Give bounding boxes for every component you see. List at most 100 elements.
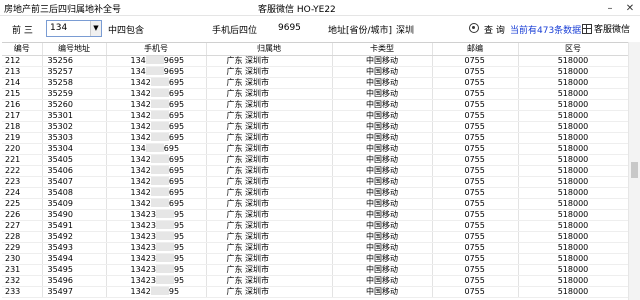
cell-code: 35302 — [42, 121, 107, 133]
wechat-button[interactable]: 客服微信 — [582, 20, 630, 37]
table-row[interactable]: 223 35407 1342 695 广东 深圳市 中国移动 0755 518000 — [2, 176, 628, 188]
cell-code: 35407 — [42, 176, 107, 188]
cell-code: 35494 — [42, 253, 107, 265]
cell-phone: 1342 695 — [106, 132, 207, 144]
redaction-mask — [150, 89, 169, 97]
column-header[interactable]: 区号 — [518, 43, 628, 56]
table-row[interactable]: 213 35257 134 9695 广东 深圳市 中国移动 0755 518000 — [2, 66, 628, 78]
cell-area-code: 0755 — [432, 198, 519, 210]
column-header[interactable]: 邮编 — [432, 43, 519, 56]
phone-suffix: 95 — [173, 275, 185, 285]
record-icon[interactable] — [469, 23, 479, 33]
last4-value[interactable]: 9695 — [278, 23, 301, 33]
cell-area-code: 0755 — [432, 110, 519, 122]
cell-id: 229 — [2, 242, 43, 254]
table-row[interactable]: 219 35303 1342 695 广东 深圳市 中国移动 0755 518000 — [2, 132, 628, 144]
cell-zip: 518000 — [518, 88, 628, 100]
cell-code: 35496 — [42, 275, 107, 287]
table-row[interactable]: 228 35492 13423 95 广东 深圳市 中国移动 0755 518000 — [2, 231, 628, 243]
table-row[interactable]: 215 35259 1342 695 广东 深圳市 中国移动 0755 518000 — [2, 88, 628, 100]
cell-code: 35490 — [42, 209, 107, 221]
cell-location: 广东 深圳市 — [206, 110, 333, 122]
cell-area-code: 0755 — [432, 231, 519, 243]
cell-area-code: 0755 — [432, 209, 519, 221]
redaction-mask — [150, 100, 169, 108]
table-row[interactable]: 232 35496 13423 95 广东 深圳市 中国移动 0755 518000 — [2, 275, 628, 287]
table-row[interactable]: 226 35490 13423 95 广东 深圳市 中国移动 0755 518000 — [2, 209, 628, 221]
cell-code: 35304 — [42, 143, 107, 155]
phone-prefix: 13423 — [130, 231, 156, 241]
phone-suffix: 95 — [173, 220, 185, 230]
table-row[interactable]: 221 35405 1342 695 广东 深圳市 中国移动 0755 518000 — [2, 154, 628, 166]
close-button[interactable]: ✕ — [620, 0, 640, 16]
phone-prefix: 1342 — [130, 110, 151, 120]
cell-location: 广东 深圳市 — [206, 165, 333, 177]
phone-suffix: 95 — [173, 231, 185, 241]
cell-phone: 1342 695 — [106, 165, 207, 177]
table-row[interactable]: 230 35494 13423 95 广东 深圳市 中国移动 0755 518000 — [2, 253, 628, 265]
cell-location: 广东 深圳市 — [206, 88, 333, 100]
column-header[interactable]: 编号 — [2, 43, 43, 56]
cell-card-type: 中国移动 — [332, 264, 433, 276]
cell-id: 226 — [2, 209, 43, 221]
scrollbar-thumb[interactable] — [631, 162, 638, 178]
cell-id: 225 — [2, 198, 43, 210]
table-row[interactable]: 220 35304 134 695 广东 深圳市 中国移动 0755 518000 — [2, 143, 628, 155]
title-bar: 房地产前三后四归属地补全号 客服微信 HO-YE22 – ✕ — [0, 0, 640, 16]
cell-area-code: 0755 — [432, 187, 519, 199]
region-value[interactable]: 深圳 — [396, 23, 414, 36]
cell-area-code: 0755 — [432, 121, 519, 133]
prefix-combobox[interactable]: 134 ▼ — [46, 20, 102, 37]
table-row[interactable]: 227 35491 13423 95 广东 深圳市 中国移动 0755 518000 — [2, 220, 628, 232]
minimize-button[interactable]: – — [600, 0, 620, 16]
column-header[interactable]: 归属地 — [206, 43, 333, 56]
vertical-scrollbar[interactable] — [628, 42, 640, 300]
table-row[interactable]: 231 35495 13423 95 广东 深圳市 中国移动 0755 518000 — [2, 264, 628, 276]
table-body: 212 35256 134 9695 广东 深圳市 中国移动 0755 518000 213 35… — [2, 55, 628, 298]
cell-id: 222 — [2, 165, 43, 177]
phone-suffix: 95 — [168, 286, 180, 296]
table-row[interactable]: 212 35256 134 9695 广东 深圳市 中国移动 0755 518000 — [2, 55, 628, 67]
table-row[interactable]: 217 35301 1342 695 广东 深圳市 中国移动 0755 518000 — [2, 110, 628, 122]
phone-prefix: 1342 — [130, 286, 151, 296]
cell-location: 广东 深圳市 — [206, 77, 333, 89]
phone-prefix: 13423 — [130, 209, 156, 219]
chevron-down-icon[interactable]: ▼ — [90, 21, 101, 36]
redaction-mask — [150, 111, 169, 119]
phone-prefix: 13423 — [130, 253, 156, 263]
table-row[interactable]: 233 35497 1342 95 广东 深圳市 中国移动 0755 518000 — [2, 286, 628, 298]
cell-location: 广东 深圳市 — [206, 209, 333, 221]
column-header[interactable]: 手机号 — [106, 43, 207, 56]
phone-prefix: 1342 — [130, 165, 151, 175]
column-header[interactable]: 编号地址 — [42, 43, 107, 56]
cell-id: 228 — [2, 231, 43, 243]
table-row[interactable]: 214 35258 1342 695 广东 深圳市 中国移动 0755 518000 — [2, 77, 628, 89]
cell-phone: 134 9695 — [106, 66, 207, 78]
window-title: 房地产前三后四归属地补全号 — [4, 5, 122, 15]
table-row[interactable]: 222 35406 1342 695 广东 深圳市 中国移动 0755 518000 — [2, 165, 628, 177]
cell-id: 212 — [2, 55, 43, 67]
phone-suffix: 95 — [173, 253, 185, 263]
phone-prefix: 134 — [130, 55, 146, 65]
wechat-button-label: 客服微信 — [594, 25, 631, 35]
table-row[interactable]: 225 35409 1342 695 广东 深圳市 中国移动 0755 518000 — [2, 198, 628, 210]
column-header[interactable]: 卡类型 — [332, 43, 433, 56]
query-button[interactable]: 查 询 — [484, 23, 505, 36]
table-row[interactable]: 216 35260 1342 695 广东 深圳市 中国移动 0755 518000 — [2, 99, 628, 111]
cell-area-code: 0755 — [432, 253, 519, 265]
cell-phone: 1342 695 — [106, 77, 207, 89]
phone-prefix: 1342 — [130, 187, 151, 197]
table-row[interactable]: 229 35493 13423 95 广东 深圳市 中国移动 0755 518000 — [2, 242, 628, 254]
cell-id: 216 — [2, 99, 43, 111]
cell-phone: 1342 695 — [106, 187, 207, 199]
cell-code: 35409 — [42, 198, 107, 210]
table-row[interactable]: 224 35408 1342 695 广东 深圳市 中国移动 0755 518000 — [2, 187, 628, 199]
cell-location: 广东 深圳市 — [206, 231, 333, 243]
cell-zip: 518000 — [518, 143, 628, 155]
cell-location: 广东 深圳市 — [206, 253, 333, 265]
cell-phone: 13423 95 — [106, 253, 207, 265]
cell-id: 218 — [2, 121, 43, 133]
cell-zip: 518000 — [518, 264, 628, 276]
table-row[interactable]: 218 35302 1342 695 广东 深圳市 中国移动 0755 518000 — [2, 121, 628, 133]
redaction-mask — [145, 67, 164, 75]
